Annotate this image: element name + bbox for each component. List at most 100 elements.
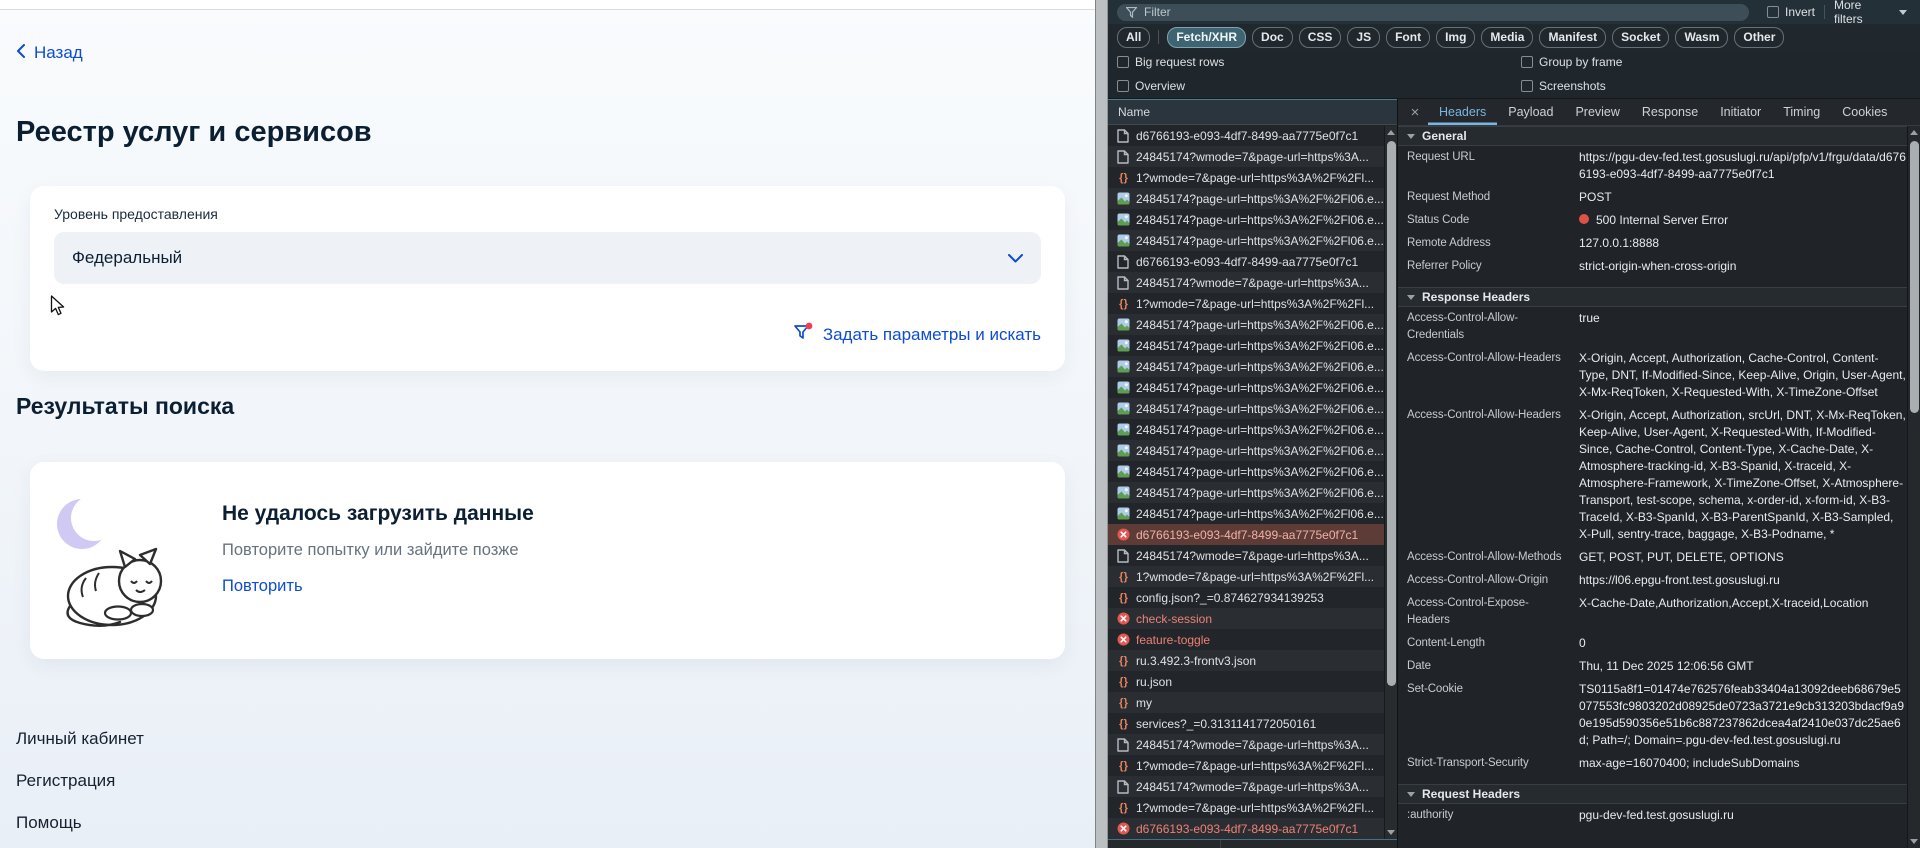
network-request-row[interactable]: 24845174?page-url=https%3A%2F%2Fl06.e... (1108, 377, 1397, 398)
section-header-request-headers[interactable]: Request Headers (1398, 784, 1907, 804)
tab-timing[interactable]: Timing (1772, 99, 1831, 125)
details-tab-bar: × Headers Payload Preview Response Initiator… (1398, 99, 1920, 126)
network-filter-input[interactable] (1117, 3, 1749, 21)
network-request-row[interactable]: check-session (1108, 608, 1397, 629)
network-request-row[interactable]: { } 1?wmode=7&page-url=https%3A%2F%2Fl... (1108, 167, 1397, 188)
network-request-row[interactable]: { } ru.json (1108, 671, 1397, 692)
section-header-response-headers[interactable]: Response Headers (1398, 287, 1907, 307)
details-scroll-up-button[interactable] (1908, 126, 1920, 139)
network-request-row[interactable]: 24845174?page-url=https%3A%2F%2Fl06.e... (1108, 503, 1397, 524)
network-request-row[interactable]: 24845174?wmode=7&page-url=https%3A... (1108, 545, 1397, 566)
filter-chip-font[interactable]: Font (1386, 26, 1431, 48)
request-name: 24845174?page-url=https%3A%2F%2Fl06.e... (1136, 212, 1384, 227)
details-scrollbar[interactable] (1907, 126, 1920, 848)
network-request-row[interactable]: d6766193-e093-4df7-8499-aa7775e0f7c1 (1108, 251, 1397, 272)
request-name: 1?wmode=7&page-url=https%3A%2F%2Fl... (1136, 296, 1375, 311)
scroll-up-button[interactable] (1385, 126, 1397, 139)
network-request-row[interactable]: 24845174?page-url=https%3A%2F%2Fl06.e... (1108, 314, 1397, 335)
network-request-row[interactable]: { } 1?wmode=7&page-url=https%3A%2F%2Fl... (1108, 566, 1397, 587)
tab-initiator[interactable]: Initiator (1709, 99, 1772, 125)
request-name: 24845174?page-url=https%3A%2F%2Fl06.e... (1136, 380, 1384, 395)
network-request-row[interactable]: d6766193-e093-4df7-8499-aa7775e0f7c1 (1108, 818, 1397, 839)
level-select[interactable]: Федеральный (54, 232, 1041, 284)
window-splitter[interactable] (1095, 0, 1108, 848)
filter-chip-js[interactable]: JS (1347, 26, 1381, 48)
network-request-row[interactable]: { } 1?wmode=7&page-url=https%3A%2F%2Fl... (1108, 755, 1397, 776)
big-request-rows-checkbox[interactable] (1117, 56, 1129, 68)
group-by-frame-checkbox[interactable] (1521, 56, 1533, 68)
screenshots-checkbox[interactable] (1521, 80, 1533, 92)
network-request-row[interactable]: 24845174?wmode=7&page-url=https%3A... (1108, 734, 1397, 755)
network-request-row[interactable]: 24845174?page-url=https%3A%2F%2Fl06.e... (1108, 230, 1397, 251)
img-icon (1116, 486, 1130, 500)
more-filters-button[interactable]: More filters (1834, 0, 1911, 26)
invert-checkbox[interactable] (1767, 6, 1779, 18)
screenshots-option[interactable]: Screenshots (1521, 79, 1606, 93)
network-request-row[interactable]: 24845174?page-url=https%3A%2F%2Fl06.e... (1108, 209, 1397, 230)
request-list-scrollbar[interactable] (1384, 126, 1397, 839)
network-request-row[interactable]: { } ru.3.492.3-frontv3.json (1108, 650, 1397, 671)
network-main-area: Name d6766193-e093-4df7-8499-aa7775e0f7c… (1108, 99, 1920, 848)
filter-chip-media[interactable]: Media (1481, 26, 1534, 48)
filter-chip-manifest[interactable]: Manifest (1539, 26, 1607, 48)
network-request-row[interactable]: 24845174?page-url=https%3A%2F%2Fl06.e... (1108, 482, 1397, 503)
filter-chip-doc[interactable]: Doc (1252, 26, 1293, 48)
json-icon: { } (1119, 717, 1128, 730)
tab-headers[interactable]: Headers (1428, 99, 1497, 125)
tab-preview[interactable]: Preview (1564, 99, 1630, 125)
network-request-row[interactable]: 24845174?wmode=7&page-url=https%3A... (1108, 146, 1397, 167)
network-request-row[interactable]: 24845174?wmode=7&page-url=https%3A... (1108, 776, 1397, 797)
request-name: 24845174?page-url=https%3A%2F%2Fl06.e... (1136, 317, 1384, 332)
header-value: max-age=16070400; includeSubDomains (1579, 756, 1800, 770)
overview-checkbox[interactable] (1117, 80, 1129, 92)
filter-chip-wasm[interactable]: Wasm (1675, 26, 1729, 48)
network-request-row[interactable]: { } my (1108, 692, 1397, 713)
network-request-row[interactable]: 24845174?page-url=https%3A%2F%2Fl06.e... (1108, 356, 1397, 377)
network-request-row[interactable]: 24845174?wmode=7&page-url=https%3A... (1108, 272, 1397, 293)
request-name: 1?wmode=7&page-url=https%3A%2F%2Fl... (1136, 170, 1375, 185)
network-request-row[interactable]: { } 1?wmode=7&page-url=https%3A%2F%2Fl... (1108, 797, 1397, 818)
tab-cookies[interactable]: Cookies (1831, 99, 1898, 125)
big-request-rows-option[interactable]: Big request rows (1117, 55, 1224, 69)
network-request-row[interactable]: { } config.json?_=0.874627934139253 (1108, 587, 1397, 608)
tab-response[interactable]: Response (1631, 99, 1709, 125)
network-request-row[interactable]: 24845174?page-url=https%3A%2F%2Fl06.e... (1108, 335, 1397, 356)
group-by-frame-option[interactable]: Group by frame (1521, 55, 1622, 69)
network-request-row[interactable]: 24845174?page-url=https%3A%2F%2Fl06.e... (1108, 419, 1397, 440)
name-column-header[interactable]: Name (1108, 99, 1397, 125)
retry-link[interactable]: Повторить (222, 577, 303, 596)
json-icon: { } (1119, 675, 1128, 688)
footer-link[interactable]: Помощь (16, 813, 82, 833)
footer-link[interactable]: Регистрация (16, 771, 115, 791)
section-header-general[interactable]: General (1398, 126, 1907, 146)
filter-chip-socket[interactable]: Socket (1612, 26, 1670, 48)
network-request-row[interactable]: feature-toggle (1108, 629, 1397, 650)
filter-chip-all[interactable]: All (1117, 26, 1151, 48)
back-link[interactable]: Назад (16, 43, 83, 63)
scroll-down-button[interactable] (1385, 826, 1397, 839)
network-request-row[interactable]: 24845174?page-url=https%3A%2F%2Fl06.e... (1108, 398, 1397, 419)
network-request-row[interactable]: 24845174?page-url=https%3A%2F%2Fl06.e... (1108, 440, 1397, 461)
network-request-row[interactable]: { } services?_=0.3131141772050161 (1108, 713, 1397, 734)
network-request-row[interactable]: 24845174?page-url=https%3A%2F%2Fl06.e... (1108, 188, 1397, 209)
details-scroll-down-button[interactable] (1908, 835, 1920, 848)
headers-tab-content: General Request URL https://pgu-dev-fed.te… (1398, 126, 1920, 848)
img-icon (1116, 423, 1130, 437)
tab-payload[interactable]: Payload (1497, 99, 1564, 125)
network-request-row[interactable]: 24845174?page-url=https%3A%2F%2Fl06.e... (1108, 461, 1397, 482)
overview-option[interactable]: Overview (1117, 79, 1185, 93)
filter-chip-css[interactable]: CSS (1298, 26, 1342, 48)
network-request-row[interactable]: d6766193-e093-4df7-8499-aa7775e0f7c1 (1108, 125, 1397, 146)
details-scrollbar-thumb[interactable] (1909, 141, 1919, 413)
set-parameters-link[interactable]: Задать параметры и искать (823, 325, 1041, 345)
close-details-button[interactable]: × (1402, 99, 1428, 125)
filter-chip-other[interactable]: Other (1734, 26, 1785, 48)
filter-chip-img[interactable]: Img (1436, 26, 1476, 48)
filter-chip-fetch-xhr[interactable]: Fetch/XHR (1167, 26, 1247, 48)
network-request-row[interactable]: d6766193-e093-4df7-8499-aa7775e0f7c1 (1108, 524, 1397, 545)
header-value: pgu-dev-fed.test.gosuslugi.ru (1579, 808, 1734, 822)
network-request-row[interactable]: { } 1?wmode=7&page-url=https%3A%2F%2Fl... (1108, 293, 1397, 314)
scrollbar-thumb[interactable] (1386, 141, 1396, 686)
footer-link[interactable]: Личный кабинет (16, 729, 144, 749)
invert-option[interactable]: Invert (1767, 5, 1815, 19)
